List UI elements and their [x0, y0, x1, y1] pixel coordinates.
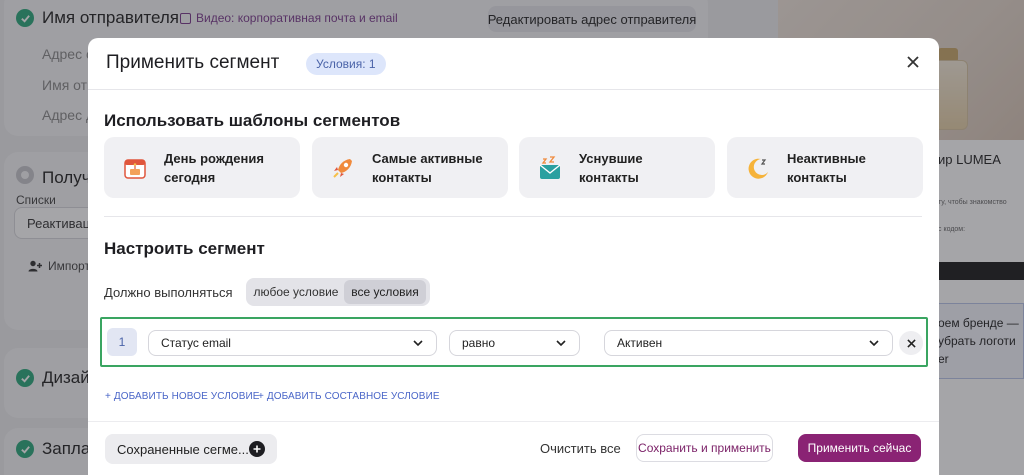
condition-value-select[interactable]: Активен — [604, 330, 893, 356]
plus-icon — [249, 441, 265, 457]
moon-icon — [748, 158, 768, 179]
condition-operator-value: равно — [462, 336, 496, 350]
template-label: День рождения сегодня — [164, 150, 264, 185]
save-and-apply-button[interactable]: Сохранить и применить — [636, 434, 773, 462]
chevron-down-icon — [556, 340, 566, 347]
apply-now-button[interactable]: Применить сейчас — [798, 434, 921, 462]
condition-number: 1 — [107, 328, 137, 356]
close-icon — [907, 56, 919, 68]
condition-field-value: Статус email — [161, 336, 231, 350]
condition-field-select[interactable]: Статус email — [148, 330, 437, 356]
close-icon — [906, 338, 916, 348]
sleeping-envelope-icon — [539, 155, 561, 179]
add-condition-link[interactable]: + ДОБАВИТЬ НОВОЕ УСЛОВИЕ — [105, 391, 260, 402]
template-label: Уснувшие контакты — [579, 150, 643, 185]
match-all-option[interactable]: все условия — [344, 280, 426, 304]
template-birthday[interactable]: День рождения сегодня — [104, 137, 300, 198]
template-most-active[interactable]: Самые активные контакты — [312, 137, 508, 198]
chevron-down-icon — [413, 340, 423, 347]
match-any-option[interactable]: любое условие — [248, 280, 344, 304]
conditions-badge: Условия: 1 — [306, 53, 386, 75]
close-button[interactable] — [901, 50, 925, 74]
saved-segments-button[interactable]: Сохраненные сегме... — [105, 434, 277, 464]
apply-segment-modal: Применить сегмент Условия: 1 Использоват… — [88, 38, 939, 475]
template-label: Самые активные контакты — [372, 150, 483, 185]
template-inactive[interactable]: Неактивные контакты — [727, 137, 923, 198]
modal-title: Применить сегмент — [106, 52, 280, 73]
clear-all-button[interactable]: Очистить все — [540, 441, 621, 456]
match-mode-toggle: любое условие все условия — [246, 278, 430, 306]
must-match-label: Должно выполняться — [104, 285, 233, 300]
condition-row: 1 Статус email равно Активен — [100, 317, 928, 367]
footer-divider — [88, 421, 939, 422]
templates-title: Использовать шаблоны сегментов — [104, 111, 401, 130]
remove-condition-button[interactable] — [899, 331, 923, 355]
configure-title: Настроить сегмент — [104, 239, 265, 258]
template-sleeping[interactable]: Уснувшие контакты — [519, 137, 715, 198]
divider — [104, 216, 922, 217]
saved-segments-label: Сохраненные сегме... — [117, 441, 249, 457]
rocket-icon — [333, 158, 352, 178]
template-label: Неактивные контакты — [787, 150, 866, 185]
condition-operator-select[interactable]: равно — [449, 330, 580, 356]
add-compound-condition-link[interactable]: + ДОБАВИТЬ СОСТАВНОЕ УСЛОВИЕ — [258, 391, 440, 402]
condition-value-value: Активен — [617, 336, 663, 350]
chevron-down-icon — [869, 340, 879, 347]
birthday-calendar-icon — [124, 158, 146, 179]
modal-header: Применить сегмент Условия: 1 — [88, 38, 939, 90]
